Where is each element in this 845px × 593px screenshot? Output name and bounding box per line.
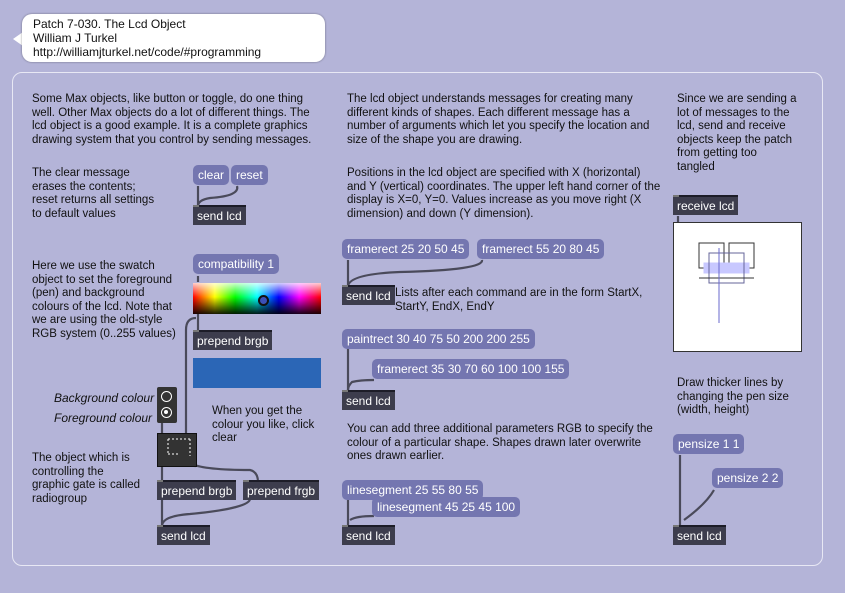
framerect-message-3[interactable]: framerect 35 30 70 60 100 100 155 [372,359,570,379]
linesegment-message-2[interactable]: linesegment 45 25 45 100 [372,497,521,517]
lists-comment: Lists after each command are in the form… [395,287,643,313]
patch-title: Patch 7-030. The Lcd Object [33,17,186,31]
prepend-frgb-object[interactable]: prepend frgb [243,480,320,500]
receive-lcd-object[interactable]: receive lcd [673,195,739,215]
positions-comment: Positions in the lcd object are specifie… [347,167,661,220]
url[interactable]: http://williamjturkel.net/code/#programm… [33,45,261,59]
compatibility-message[interactable]: compatibility 1 [193,254,280,274]
background-colour-label: Background colour [54,391,155,405]
thicker-comment: Draw thicker lines by changing the pen s… [677,377,789,416]
send-lcd-object-4[interactable]: send lcd [342,390,395,410]
paintrect-message[interactable]: paintrect 30 40 75 50 200 200 255 [342,329,535,349]
foreground-colour-label: Foreground colour [54,411,153,425]
title-block: Patch 7-030. The Lcd Object William J Tu… [33,17,261,59]
prepend-brgb-object[interactable]: prepend brgb [157,480,237,500]
intro-comment: Some Max objects, like button or toggle,… [32,93,312,146]
swatch-object[interactable] [193,283,321,314]
when-colour-comment: When you get the colour you like, click … [212,405,315,444]
radio-foreground[interactable] [161,407,172,418]
lcd-drawing [698,242,755,323]
author: William J Turkel [33,31,118,45]
pensize-message-2[interactable]: pensize 2 2 [712,468,784,488]
prepend-brgb-object-top[interactable]: prepend brgb [193,330,273,350]
send-lcd-object-3[interactable]: send lcd [342,285,395,305]
swatch-cursor[interactable] [258,295,269,306]
reset-message[interactable]: reset [231,165,268,185]
swatch-comment: Here we use the swatch object to set the… [32,260,176,340]
clear-reset-comment: The clear message erases the contents; r… [32,167,155,220]
send-lcd-object-6[interactable]: send lcd [673,525,726,545]
gate-object[interactable] [157,433,197,467]
framerect-message-2[interactable]: framerect 55 20 80 45 [477,239,605,259]
radio-background[interactable] [161,391,172,402]
lcd-display[interactable] [673,222,802,352]
radiogroup[interactable] [157,387,177,423]
send-lcd-object-2[interactable]: send lcd [157,525,210,545]
colour-preview [193,358,321,388]
send-lcd-object-5[interactable]: send lcd [342,525,395,545]
rgb-comment: You can add three additional parameters … [347,423,653,462]
gate-icon [167,438,191,456]
send-receive-comment: Since we are sending a lot of messages t… [677,93,797,173]
radiogroup-comment: The object which is controlling the grap… [32,452,141,505]
messages-comment: The lcd object understands messages for … [347,93,650,146]
pensize-message-1[interactable]: pensize 1 1 [673,434,745,454]
framerect-message-1[interactable]: framerect 25 20 50 45 [342,239,470,259]
send-lcd-object-1[interactable]: send lcd [193,205,246,225]
clear-message[interactable]: clear [193,165,230,185]
